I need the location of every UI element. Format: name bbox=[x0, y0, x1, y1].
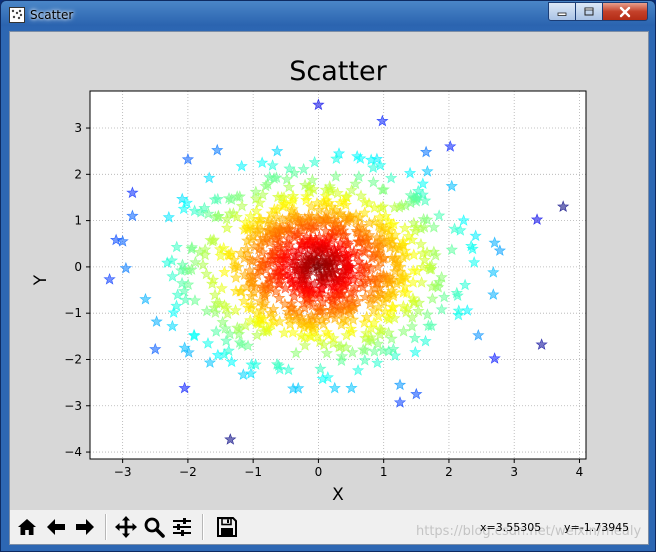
y-tick-label: −1 bbox=[64, 306, 82, 320]
coord-y-readout: y=-1.73945 bbox=[564, 521, 630, 534]
y-tick-label: 1 bbox=[74, 214, 82, 228]
figure-canvas[interactable]: −3 −2 −1 0 1 2 3 4 −4 −3 −2 −1 0 1 2 3 Scatter X Y bbox=[10, 32, 648, 510]
x-tick-label: 2 bbox=[445, 465, 453, 479]
close-icon bbox=[619, 6, 631, 17]
y-tick-label: −2 bbox=[64, 352, 82, 366]
x-tick-label: −1 bbox=[244, 465, 262, 479]
x-tick-label: −2 bbox=[179, 465, 197, 479]
app-icon bbox=[9, 7, 25, 23]
coord-x-readout: x=3.55305 bbox=[480, 521, 542, 534]
floppy-disk-icon bbox=[217, 517, 237, 537]
navigation-toolbar: https://blog.csdn.net/weixin/mealy x=3.5… bbox=[10, 510, 648, 544]
x-axis-label: X bbox=[332, 485, 344, 505]
y-axis-label: Y bbox=[31, 274, 51, 286]
x-tick-label: −3 bbox=[114, 465, 132, 479]
title-bar[interactable]: Scatter bbox=[1, 1, 655, 31]
save-button[interactable] bbox=[214, 514, 240, 540]
arrow-left-icon bbox=[47, 519, 65, 535]
maximize-button[interactable] bbox=[575, 2, 603, 21]
arrow-right-icon bbox=[76, 519, 94, 535]
sliders-icon bbox=[173, 518, 191, 536]
x-tick-label: 1 bbox=[380, 465, 388, 479]
chart-title: Scatter bbox=[289, 56, 387, 87]
minimize-icon bbox=[557, 12, 567, 16]
plot-area bbox=[90, 91, 586, 459]
y-tick-label: −3 bbox=[64, 399, 82, 413]
home-icon bbox=[18, 519, 36, 535]
maximize-icon bbox=[584, 7, 594, 15]
move-icon bbox=[115, 516, 137, 538]
y-tick-label: 2 bbox=[74, 167, 82, 181]
back-button[interactable] bbox=[43, 514, 69, 540]
configure-subplots-button[interactable] bbox=[169, 514, 195, 540]
magnifier-icon bbox=[144, 517, 165, 538]
toolbar-separator bbox=[202, 514, 204, 540]
y-tick-label: −4 bbox=[64, 445, 82, 459]
y-tick-label: 3 bbox=[74, 121, 82, 135]
client-area: −3 −2 −1 0 1 2 3 4 −4 −3 −2 −1 0 1 2 3 Scatter X Y bbox=[9, 31, 649, 545]
window-title: Scatter bbox=[30, 8, 74, 22]
y-tick-label: 0 bbox=[74, 260, 82, 274]
zoom-button[interactable] bbox=[141, 514, 167, 540]
forward-button[interactable] bbox=[72, 514, 98, 540]
scatter-chart[interactable]: −3 −2 −1 0 1 2 3 4 −4 −3 −2 −1 0 1 2 3 Scatter X Y bbox=[10, 32, 648, 510]
toolbar-separator bbox=[105, 514, 107, 540]
app-window: Scatter −3 −2 −1 0 1 2 3 4 −4 −3 −2 −1 0 1 2 3 Scatter X Y bbox=[0, 0, 656, 552]
x-tick-label: 0 bbox=[315, 465, 323, 479]
x-tick-label: 4 bbox=[576, 465, 584, 479]
minimize-button[interactable] bbox=[548, 2, 576, 21]
x-tick-label: 3 bbox=[510, 465, 518, 479]
home-button[interactable] bbox=[14, 514, 40, 540]
pan-button[interactable] bbox=[113, 514, 139, 540]
close-button[interactable] bbox=[602, 2, 648, 21]
